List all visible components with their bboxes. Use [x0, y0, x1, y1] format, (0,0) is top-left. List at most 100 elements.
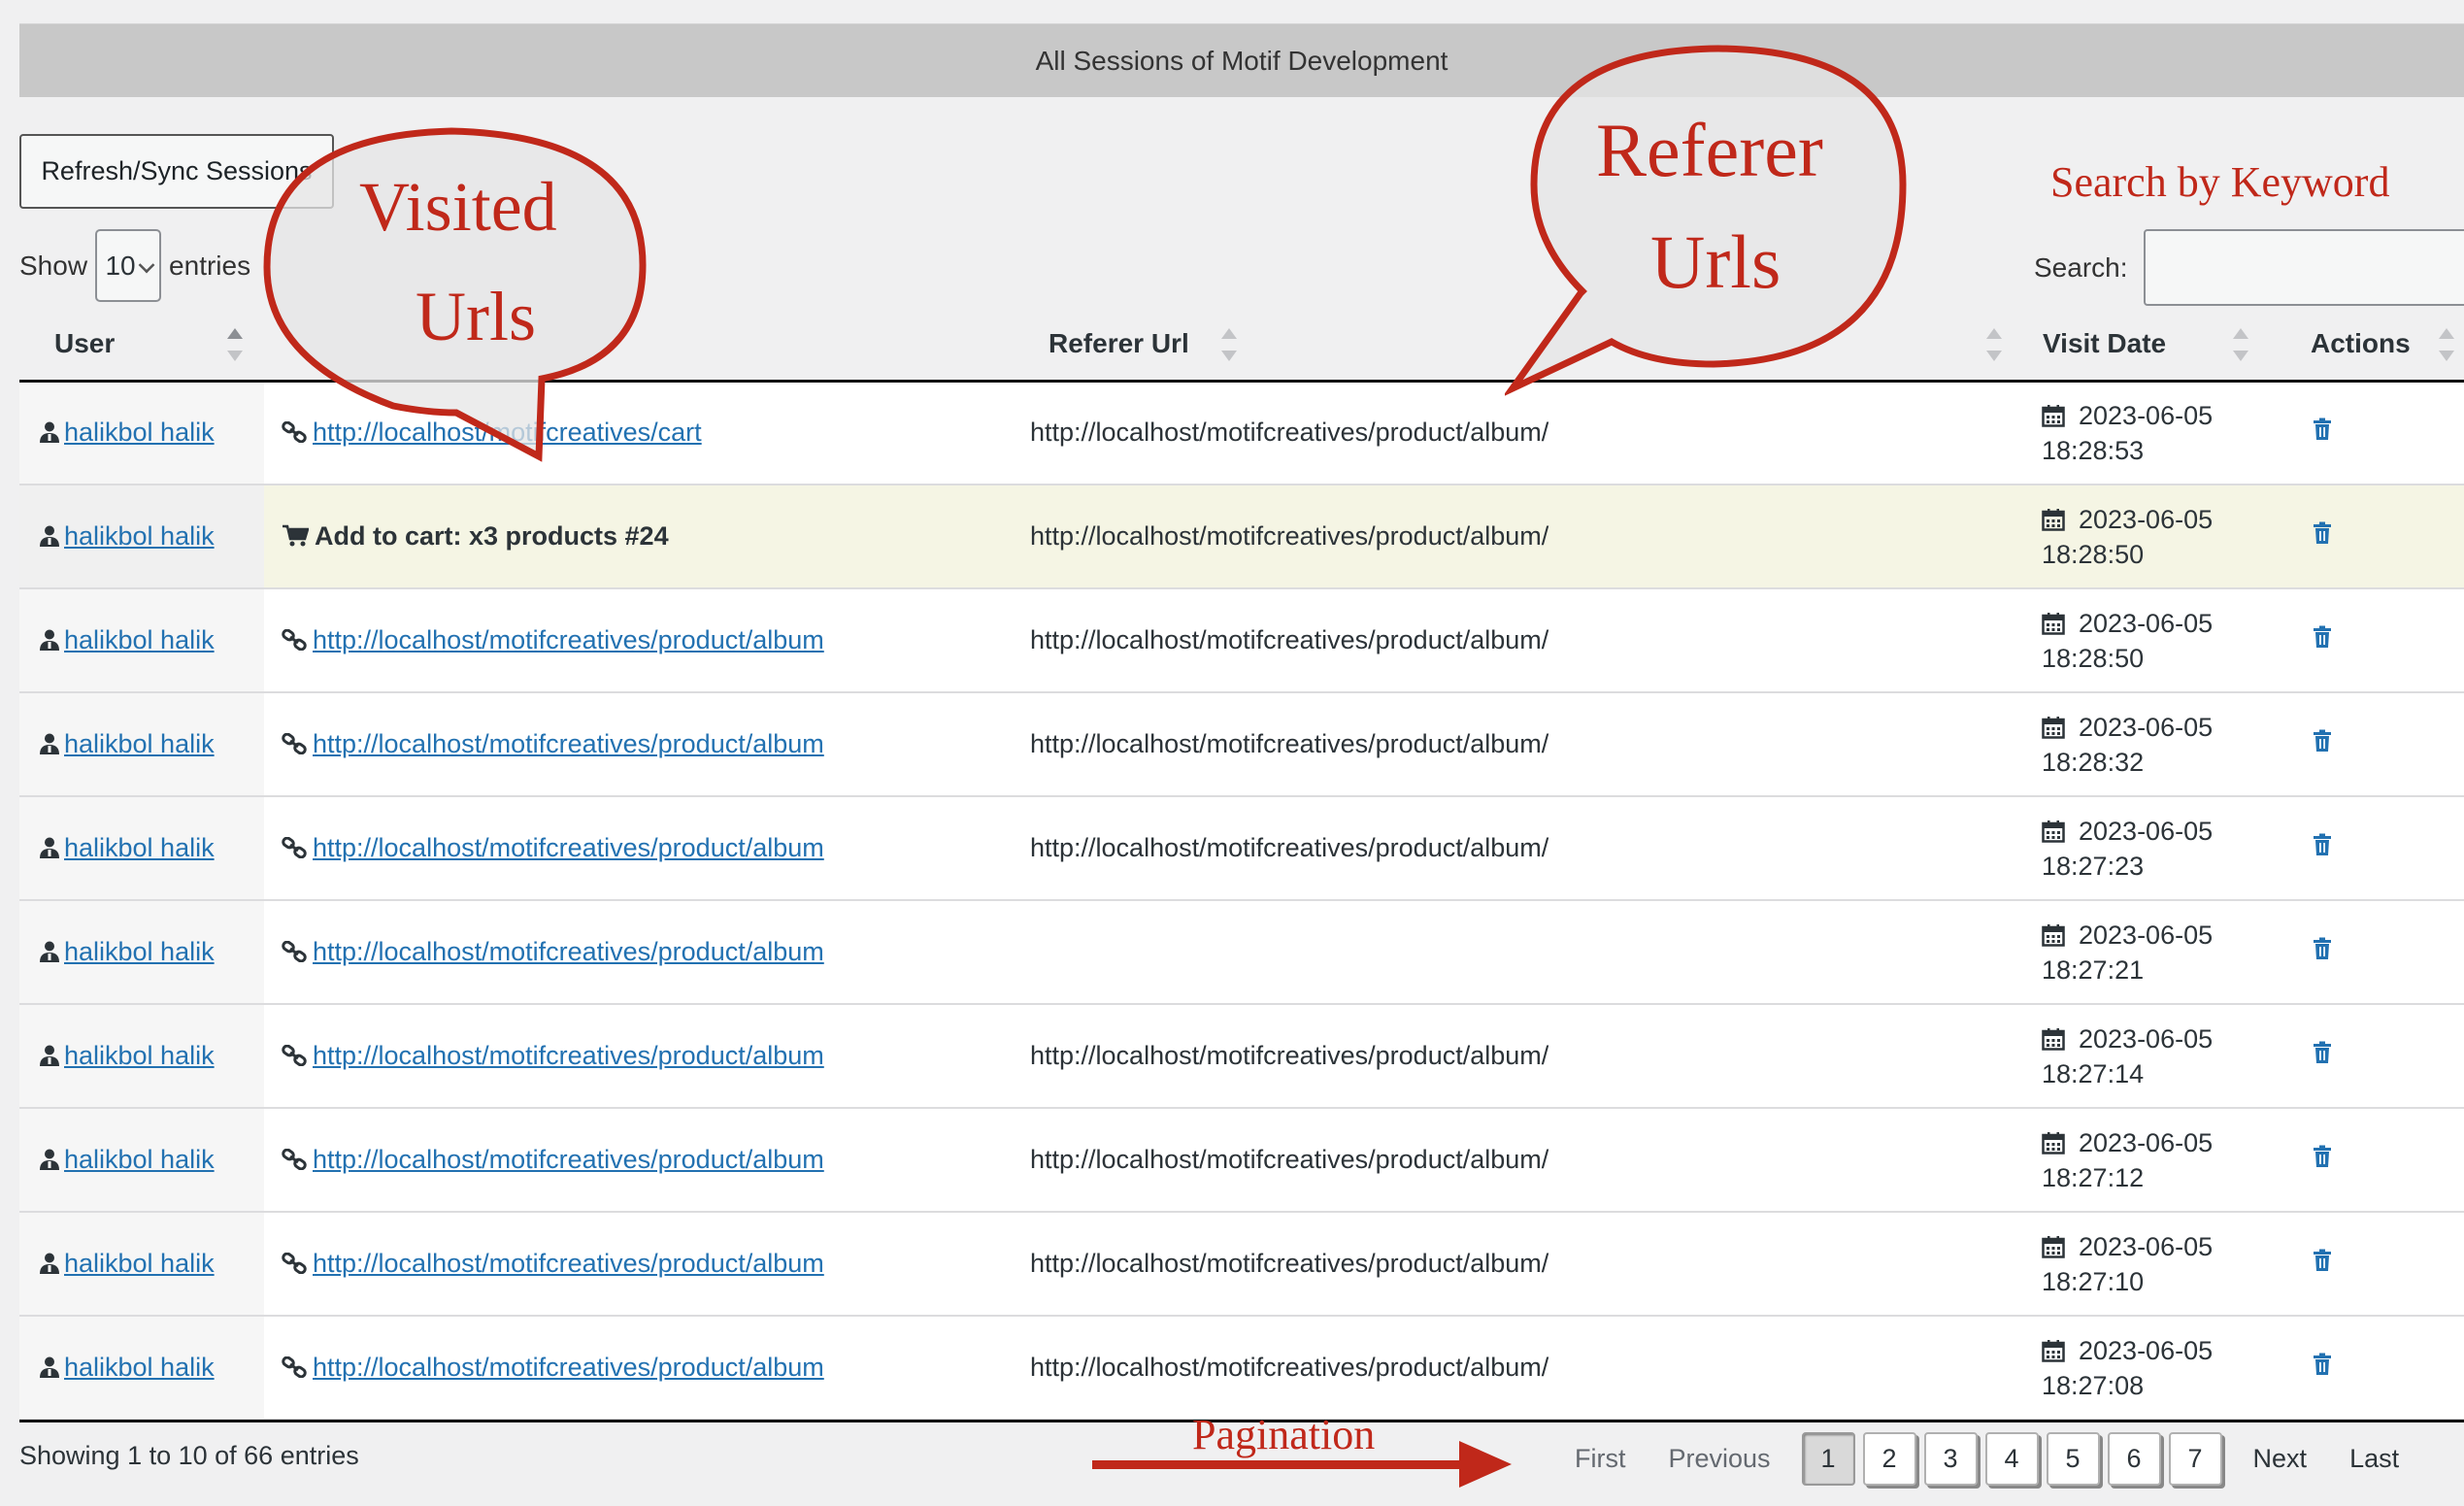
header-user[interactable]: User [19, 309, 264, 383]
visit-date: 2023-06-05 [2079, 608, 2214, 638]
header-actions[interactable]: Actions [2276, 309, 2464, 383]
trash-icon[interactable] [2313, 1249, 2332, 1272]
chevron-down-icon [138, 256, 155, 274]
pagination-page-1[interactable]: 1 [1801, 1431, 1855, 1486]
delete-session-button[interactable] [2313, 1353, 2332, 1382]
calendar-icon [2042, 1131, 2065, 1155]
refresh-sync-sessions-button[interactable]: Refresh/Sync Sessions [19, 134, 334, 209]
trash-icon[interactable] [2313, 521, 2332, 545]
visited-annotation-line1: Visited [359, 168, 557, 246]
table-row: halikbol halik http://localhost/motifcrea… [19, 1212, 2464, 1317]
user-link[interactable]: halikbol halik [64, 1145, 215, 1174]
user-link[interactable]: halikbol halik [64, 521, 215, 551]
trash-icon[interactable] [2313, 729, 2332, 753]
referer-cell [1014, 900, 2008, 1005]
user-link[interactable]: halikbol halik [64, 625, 215, 654]
entries-select[interactable]: 10 [95, 229, 162, 302]
visited-cell: http://localhost/motifcreatives/product/… [264, 1004, 1014, 1109]
pagination: First Previous 1234567 Next Last [1553, 1429, 2420, 1488]
visited-url-link[interactable]: http://localhost/motifcreatives/product/… [313, 1249, 824, 1278]
header-referer-label: Referer Url [1049, 328, 1189, 359]
delete-session-button[interactable] [2313, 1041, 2332, 1070]
actions-cell [2276, 900, 2464, 1005]
header-user-label: User [54, 328, 116, 359]
visit-time: 18:28:53 [2042, 435, 2145, 465]
user-link[interactable]: halikbol halik [64, 418, 215, 447]
delete-session-button[interactable] [2313, 1249, 2332, 1278]
referer-cell: http://localhost/motifcreatives/product/… [1014, 692, 2008, 797]
visited-url-link[interactable]: http://localhost/motifcreatives/product/… [313, 729, 824, 758]
visit-date-cell: 2023-06-05 18:27:12 [2008, 1108, 2276, 1213]
user-link[interactable]: halikbol halik [64, 1041, 215, 1070]
cart-icon [283, 524, 309, 547]
trash-icon[interactable] [2313, 1041, 2332, 1064]
pagination-next[interactable]: Next [2232, 1444, 2329, 1474]
referer-cell: http://localhost/motifcreatives/product/… [1014, 1212, 2008, 1317]
pagination-page-3[interactable]: 3 [1923, 1431, 1978, 1486]
header-visited[interactable] [264, 309, 1237, 383]
referer-cell: http://localhost/motifcreatives/product/… [1014, 588, 2008, 693]
user-link[interactable]: halikbol halik [64, 729, 215, 758]
visited-cell: Add to cart: x3 products #24 [264, 485, 1014, 589]
user-icon [40, 941, 59, 962]
calendar-icon [2042, 404, 2065, 427]
trash-icon[interactable] [2313, 1353, 2332, 1376]
pagination-page-5[interactable]: 5 [2046, 1431, 2100, 1486]
visited-url-link[interactable]: http://localhost/motifcreatives/product/… [313, 625, 824, 654]
visit-date-cell: 2023-06-05 18:28:53 [2008, 381, 2276, 485]
visited-cell: http://localhost/motifcreatives/product/… [264, 796, 1014, 901]
visited-url-link[interactable]: http://localhost/motifcreatives/cart [313, 418, 702, 447]
table-row: halikbol halik http://localhost/motifcrea… [19, 588, 2464, 693]
delete-session-button[interactable] [2313, 418, 2332, 447]
visited-url-link[interactable]: http://localhost/motifcreatives/product/… [313, 833, 824, 862]
visited-url-link[interactable]: http://localhost/motifcreatives/product/… [313, 1145, 824, 1174]
delete-session-button[interactable] [2313, 625, 2332, 654]
visit-date: 2023-06-05 [2079, 920, 2214, 950]
delete-session-button[interactable] [2313, 833, 2332, 862]
delete-session-button[interactable] [2313, 521, 2332, 551]
pagination-previous[interactable]: Previous [1647, 1444, 1791, 1474]
user-icon [40, 1356, 59, 1378]
visit-date: 2023-06-05 [2079, 504, 2214, 534]
visit-time: 18:28:50 [2042, 539, 2145, 569]
link-icon [282, 1253, 307, 1274]
user-cell: halikbol halik [19, 588, 264, 693]
user-link[interactable]: halikbol halik [64, 1249, 215, 1278]
visited-url-link[interactable]: http://localhost/motifcreatives/product/… [313, 937, 824, 966]
trash-icon[interactable] [2313, 418, 2332, 441]
actions-cell [2276, 796, 2464, 901]
visited-url-link[interactable]: http://localhost/motifcreatives/product/… [313, 1353, 824, 1382]
visit-date-cell: 2023-06-05 18:28:50 [2008, 485, 2276, 589]
search-input[interactable] [2143, 229, 2464, 306]
link-icon [282, 1356, 307, 1378]
pagination-page-4[interactable]: 4 [1984, 1431, 2039, 1486]
delete-session-button[interactable] [2313, 937, 2332, 966]
trash-icon[interactable] [2313, 625, 2332, 649]
calendar-icon [2042, 1339, 2065, 1362]
delete-session-button[interactable] [2313, 1145, 2332, 1174]
sort-icon [1986, 328, 2004, 361]
pagination-first[interactable]: First [1553, 1444, 1647, 1474]
pagination-last[interactable]: Last [2328, 1444, 2420, 1474]
actions-cell [2276, 588, 2464, 693]
delete-session-button[interactable] [2313, 729, 2332, 758]
trash-icon[interactable] [2313, 937, 2332, 960]
actions-cell [2276, 1212, 2464, 1317]
pagination-page-7[interactable]: 7 [2168, 1431, 2222, 1486]
trash-icon[interactable] [2313, 833, 2332, 856]
pagination-page-6[interactable]: 6 [2107, 1431, 2161, 1486]
referer-annotation-line2: Urls [1650, 219, 1781, 304]
entries-label: entries [169, 250, 251, 281]
visited-url-link[interactable]: http://localhost/motifcreatives/product/… [313, 1041, 824, 1070]
header-visit-date[interactable]: Visit Date [2008, 309, 2276, 383]
pagination-pages: 1234567 [1798, 1431, 2226, 1486]
user-link[interactable]: halikbol halik [64, 937, 215, 966]
header-actions-label: Actions [2311, 328, 2411, 359]
user-link[interactable]: halikbol halik [64, 833, 215, 862]
user-link[interactable]: halikbol halik [64, 1353, 215, 1382]
trash-icon[interactable] [2313, 1145, 2332, 1168]
referer-cell: http://localhost/motifcreatives/product/… [1014, 485, 2008, 589]
table-row: halikbol halik Add to cart: x3 products #… [19, 485, 2464, 589]
header-referer[interactable]: Referer Url [1014, 309, 2008, 383]
pagination-page-2[interactable]: 2 [1862, 1431, 1916, 1486]
